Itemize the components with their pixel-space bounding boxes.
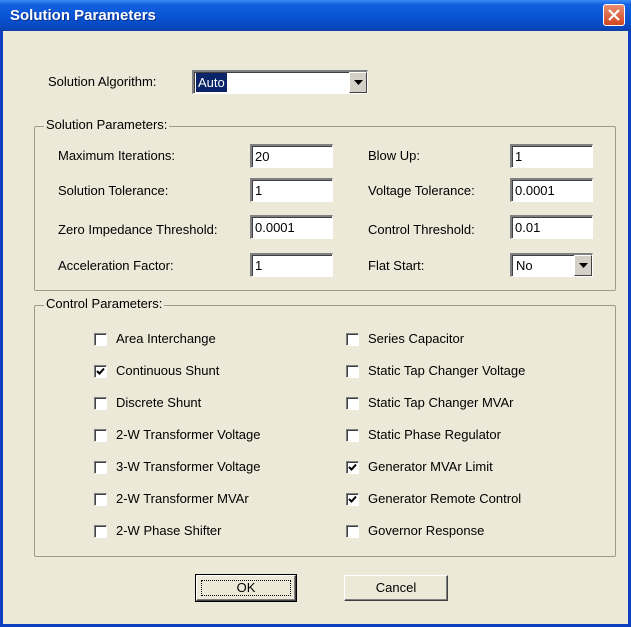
algorithm-label: Solution Algorithm:	[48, 74, 157, 89]
acceleration-label: Acceleration Factor:	[58, 258, 174, 273]
checkbox-label: Governor Response	[368, 523, 485, 538]
cancel-button-label: Cancel	[375, 580, 417, 595]
solution-parameters-title: Solution Parameters:	[44, 117, 170, 132]
blow-up-label: Blow Up:	[368, 148, 421, 163]
control-threshold-label: Control Threshold:	[368, 222, 475, 237]
solution-tolerance-label: Solution Tolerance:	[58, 183, 169, 198]
flat-start-label: Flat Start:	[368, 258, 425, 273]
checkbox[interactable]	[94, 461, 107, 474]
checkbox-label: Area Interchange	[116, 331, 216, 346]
checkbox-label: 2-W Transformer Voltage	[116, 427, 261, 442]
checkbox-label: Generator MVAr Limit	[368, 459, 493, 474]
acceleration-field[interactable]: 1	[250, 253, 333, 277]
checkbox[interactable]	[346, 525, 359, 538]
chevron-down-icon	[579, 263, 588, 268]
check-icon	[348, 463, 357, 471]
checkbox-label: Generator Remote Control	[368, 491, 522, 506]
max-iterations-label: Maximum Iterations:	[58, 148, 176, 163]
check-icon	[96, 367, 105, 375]
flat-start-dropdown-button[interactable]	[574, 255, 592, 276]
dialog-window: Solution Parameters Solution Algorithm: …	[0, 0, 631, 627]
voltage-tolerance-label: Voltage Tolerance:	[368, 183, 475, 198]
solution-tolerance-field[interactable]: 1	[250, 178, 333, 202]
blow-up-field[interactable]: 1	[510, 144, 593, 168]
window-title: Solution Parameters	[10, 7, 156, 24]
focus-rect	[201, 580, 291, 596]
control-threshold-field[interactable]: 0.01	[510, 215, 593, 239]
flat-start-value: No	[516, 258, 533, 273]
checkbox[interactable]	[94, 333, 107, 346]
ok-button[interactable]: OK	[195, 574, 297, 602]
checkbox[interactable]	[346, 493, 359, 506]
checkbox[interactable]	[346, 429, 359, 442]
checkbox[interactable]	[94, 525, 107, 538]
checkbox-label: Continuous Shunt	[116, 363, 220, 378]
checkbox-label: Discrete Shunt	[116, 395, 202, 410]
checkbox-label: 2-W Phase Shifter	[116, 523, 222, 538]
close-icon	[608, 9, 620, 21]
checkbox[interactable]	[94, 493, 107, 506]
checkbox[interactable]	[94, 397, 107, 410]
zero-impedance-field[interactable]: 0.0001	[250, 215, 333, 239]
checkbox-label: Series Capacitor	[368, 331, 465, 346]
max-iterations-field[interactable]: 20	[250, 144, 333, 168]
checkbox-label: Static Phase Regulator	[368, 427, 501, 442]
checkbox-label: Static Tap Changer MVAr	[368, 395, 514, 410]
checkbox[interactable]	[346, 333, 359, 346]
checkbox[interactable]	[346, 365, 359, 378]
algorithm-value: Auto	[196, 73, 227, 92]
checkbox-label: 3-W Transformer Voltage	[116, 459, 261, 474]
algorithm-dropdown-button[interactable]	[349, 72, 367, 93]
checkbox-label: 2-W Transformer MVAr	[116, 491, 249, 506]
voltage-tolerance-field[interactable]: 0.0001	[510, 178, 593, 202]
check-icon	[348, 495, 357, 503]
close-button[interactable]	[603, 4, 625, 26]
algorithm-select[interactable]: Auto	[192, 70, 368, 94]
checkbox[interactable]	[346, 461, 359, 474]
checkbox[interactable]	[94, 365, 107, 378]
checkbox[interactable]	[94, 429, 107, 442]
checkbox[interactable]	[346, 397, 359, 410]
flat-start-select[interactable]: No	[510, 253, 593, 277]
cancel-button[interactable]: Cancel	[344, 575, 448, 601]
title-bar[interactable]: Solution Parameters	[0, 0, 631, 31]
chevron-down-icon	[354, 80, 363, 85]
control-parameters-title: Control Parameters:	[44, 296, 165, 311]
checkbox-label: Static Tap Changer Voltage	[368, 363, 526, 378]
zero-impedance-label: Zero Impedance Threshold:	[58, 222, 218, 237]
